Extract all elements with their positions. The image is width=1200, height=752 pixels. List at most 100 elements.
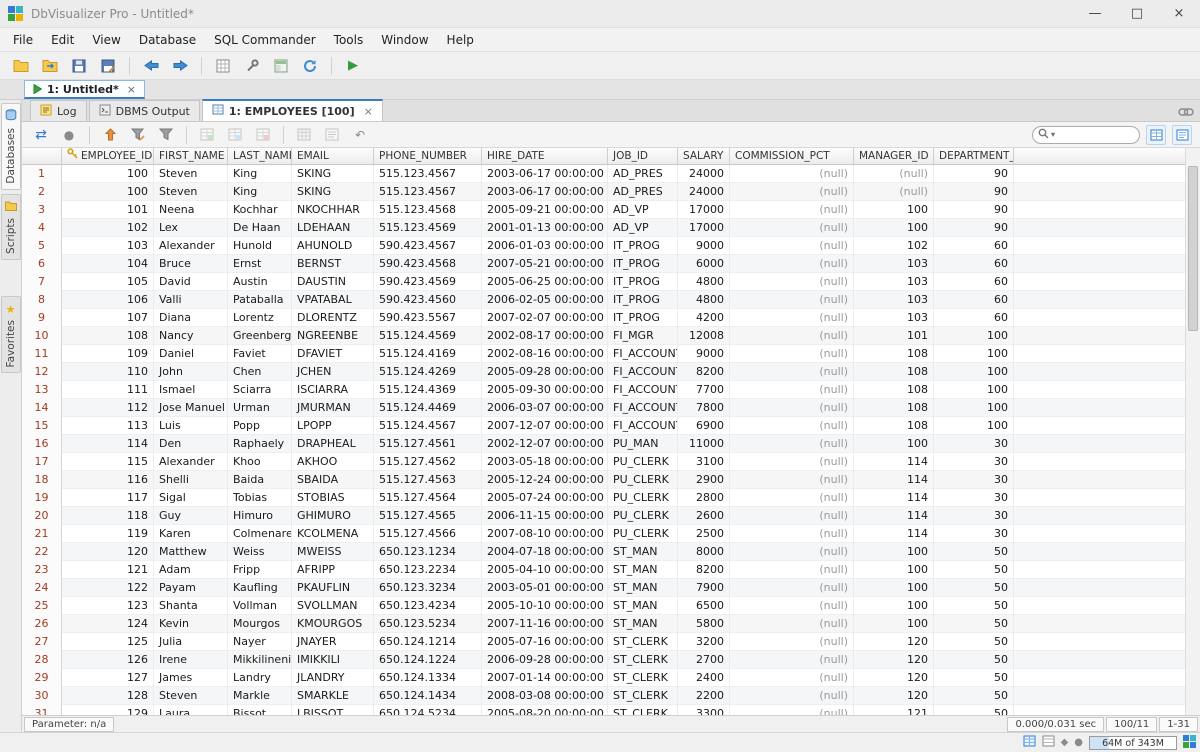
- table-row[interactable]: 8106ValliPataballaVPATABAL590.423.456020…: [22, 291, 1185, 309]
- cell[interactable]: 109: [62, 345, 154, 363]
- row-number[interactable]: 25: [22, 597, 62, 615]
- cell[interactable]: (null): [730, 273, 854, 291]
- cell[interactable]: (null): [730, 435, 854, 453]
- menu-database[interactable]: Database: [130, 30, 205, 50]
- wrench-icon[interactable]: [241, 55, 263, 77]
- column-header-employee_id[interactable]: EMPLOYEE_ID: [62, 148, 154, 165]
- cell[interactable]: (null): [730, 687, 854, 705]
- cell[interactable]: 105: [62, 273, 154, 291]
- table-corner[interactable]: [22, 148, 62, 165]
- table-row[interactable]: 15113LuisPoppLPOPP515.124.45672007-12-07…: [22, 417, 1185, 435]
- layout-icon[interactable]: [270, 55, 292, 77]
- cell[interactable]: 90: [934, 201, 1014, 219]
- table-row[interactable]: 20118GuyHimuroGHIMURO515.127.45652006-11…: [22, 507, 1185, 525]
- row-number[interactable]: 19: [22, 489, 62, 507]
- cell[interactable]: (null): [730, 381, 854, 399]
- cell[interactable]: 125: [62, 633, 154, 651]
- cell[interactable]: 108: [62, 327, 154, 345]
- row-number[interactable]: 4: [22, 219, 62, 237]
- column-header-email[interactable]: EMAIL: [292, 148, 374, 165]
- cell[interactable]: FI_ACCOUNT: [608, 381, 678, 399]
- cell[interactable]: 108: [854, 381, 934, 399]
- cell[interactable]: PU_CLERK: [608, 489, 678, 507]
- cell[interactable]: 17000: [678, 219, 730, 237]
- cell[interactable]: 128: [62, 687, 154, 705]
- cell[interactable]: 115: [62, 453, 154, 471]
- cell[interactable]: 60: [934, 255, 1014, 273]
- cell[interactable]: 2800: [678, 489, 730, 507]
- cell[interactable]: 17000: [678, 201, 730, 219]
- cell[interactable]: IT_PROG: [608, 273, 678, 291]
- cell[interactable]: MWEISS: [292, 543, 374, 561]
- cell[interactable]: 2005-04-10 00:00:00: [482, 561, 608, 579]
- cell[interactable]: (null): [730, 633, 854, 651]
- column-header-manager_id[interactable]: MANAGER_ID: [854, 148, 934, 165]
- cell[interactable]: 90: [934, 183, 1014, 201]
- cell[interactable]: PU_CLERK: [608, 471, 678, 489]
- table-row[interactable]: 11109DanielFavietDFAVIET515.124.41692002…: [22, 345, 1185, 363]
- cell[interactable]: (null): [730, 579, 854, 597]
- cell[interactable]: 120: [854, 633, 934, 651]
- cell[interactable]: 2005-12-24 00:00:00: [482, 471, 608, 489]
- cell[interactable]: 2001-01-13 00:00:00: [482, 219, 608, 237]
- cell[interactable]: 114: [62, 435, 154, 453]
- cell[interactable]: AD_PRES: [608, 183, 678, 201]
- cell[interactable]: Ismael: [154, 381, 228, 399]
- cell[interactable]: 30: [934, 471, 1014, 489]
- cell[interactable]: 90: [934, 165, 1014, 183]
- table-row[interactable]: 16114DenRaphaelyDRAPHEAL515.127.45612002…: [22, 435, 1185, 453]
- cell[interactable]: 30: [934, 453, 1014, 471]
- cell[interactable]: 50: [934, 579, 1014, 597]
- cell[interactable]: 24000: [678, 183, 730, 201]
- cell[interactable]: 114: [854, 489, 934, 507]
- cell[interactable]: 101: [62, 201, 154, 219]
- cell[interactable]: 2002-08-17 00:00:00: [482, 327, 608, 345]
- cell[interactable]: 108: [854, 363, 934, 381]
- cell[interactable]: KCOLMENA: [292, 525, 374, 543]
- cell[interactable]: 11000: [678, 435, 730, 453]
- cell[interactable]: (null): [730, 597, 854, 615]
- row-number[interactable]: 16: [22, 435, 62, 453]
- row-number[interactable]: 29: [22, 669, 62, 687]
- cell[interactable]: FI_ACCOUNT: [608, 399, 678, 417]
- table-row[interactable]: 18116ShelliBaidaSBAIDA515.127.45632005-1…: [22, 471, 1185, 489]
- table-row[interactable]: 13111IsmaelSciarraISCIARRA515.124.436920…: [22, 381, 1185, 399]
- cell[interactable]: AD_VP: [608, 201, 678, 219]
- open-recent-icon[interactable]: [39, 55, 61, 77]
- cell[interactable]: Sciarra: [228, 381, 292, 399]
- cell[interactable]: (null): [730, 219, 854, 237]
- menu-help[interactable]: Help: [438, 30, 483, 50]
- cell[interactable]: 100: [934, 363, 1014, 381]
- cell[interactable]: Landry: [228, 669, 292, 687]
- cell[interactable]: 6900: [678, 417, 730, 435]
- cell[interactable]: 50: [934, 687, 1014, 705]
- grid-view-icon[interactable]: [293, 124, 315, 146]
- cell[interactable]: FI_MGR: [608, 327, 678, 345]
- cell[interactable]: Payam: [154, 579, 228, 597]
- menu-view[interactable]: View: [83, 30, 129, 50]
- cell[interactable]: ST_CLERK: [608, 705, 678, 715]
- status-app-icon[interactable]: [1183, 735, 1196, 751]
- cell[interactable]: 127: [62, 669, 154, 687]
- cell[interactable]: 650.124.1214: [374, 633, 482, 651]
- cell[interactable]: Luis: [154, 417, 228, 435]
- cell[interactable]: 4800: [678, 291, 730, 309]
- cell[interactable]: 2005-08-20 00:00:00: [482, 705, 608, 715]
- table-row[interactable]: 17115AlexanderKhooAKHOO515.127.45622003-…: [22, 453, 1185, 471]
- cell[interactable]: Matthew: [154, 543, 228, 561]
- table-row[interactable]: 23121AdamFrippAFRIPP650.123.22342005-04-…: [22, 561, 1185, 579]
- save-as-icon[interactable]: [97, 55, 119, 77]
- grid-mode-icon[interactable]: [1146, 125, 1166, 145]
- cell[interactable]: 650.124.1224: [374, 651, 482, 669]
- cell[interactable]: 114: [854, 507, 934, 525]
- row-number[interactable]: 17: [22, 453, 62, 471]
- status-sheet-icon[interactable]: [1042, 735, 1055, 750]
- cell[interactable]: 50: [934, 561, 1014, 579]
- row-number[interactable]: 7: [22, 273, 62, 291]
- cell[interactable]: Shanta: [154, 597, 228, 615]
- cell[interactable]: SBAIDA: [292, 471, 374, 489]
- cell[interactable]: PU_CLERK: [608, 507, 678, 525]
- cell[interactable]: 100: [934, 381, 1014, 399]
- table-row[interactable]: 22120MatthewWeissMWEISS650.123.12342004-…: [22, 543, 1185, 561]
- status-grid-icon[interactable]: [1023, 735, 1036, 750]
